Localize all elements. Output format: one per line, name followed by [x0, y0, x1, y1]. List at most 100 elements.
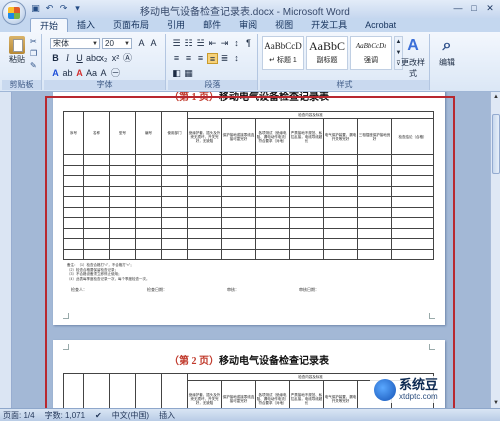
table-cell[interactable] [255, 154, 290, 166]
table-row[interactable] [63, 175, 435, 187]
table-cell[interactable] [221, 196, 256, 208]
table-cell[interactable] [255, 217, 290, 229]
char-shading-icon[interactable]: A [98, 68, 109, 79]
table-row[interactable] [63, 154, 435, 166]
table-cell[interactable] [255, 196, 290, 208]
save-icon[interactable]: ▣ [30, 3, 41, 14]
table-cell[interactable] [187, 248, 222, 260]
copy-icon[interactable]: ❐ [30, 49, 40, 58]
table-cell[interactable] [63, 227, 84, 239]
table-cell[interactable] [255, 227, 290, 239]
table-row[interactable] [63, 196, 435, 208]
undo-icon[interactable]: ↶ [44, 3, 55, 14]
table-cell[interactable] [187, 206, 222, 218]
table-cell[interactable] [221, 206, 256, 218]
align-left-icon[interactable]: ≡ [171, 53, 182, 64]
sort-icon[interactable]: ↕ [231, 38, 242, 49]
strikethrough-icon[interactable]: abc [86, 53, 101, 64]
tab-references[interactable]: 引用 [158, 18, 194, 32]
tab-acrobat[interactable]: Acrobat [356, 18, 405, 32]
editing-button[interactable]: ⌕ 编辑 [432, 35, 462, 68]
increase-indent-icon[interactable]: ⇥ [219, 38, 230, 49]
distributed-icon[interactable]: ≣ [219, 53, 230, 64]
style-emphasis[interactable]: AaBbCcDı 强调 [350, 36, 392, 70]
table-row[interactable] [63, 227, 435, 239]
table-cell[interactable] [289, 175, 324, 187]
highlight-icon[interactable]: ab [62, 68, 73, 79]
table-cell[interactable] [221, 227, 256, 239]
borders-icon[interactable]: ▦ [183, 68, 194, 79]
scroll-down-icon[interactable]: ▼ [491, 398, 500, 408]
redo-icon[interactable]: ↷ [58, 3, 69, 14]
status-language[interactable]: 中文(中国) [112, 410, 149, 421]
tab-page-layout[interactable]: 页面布局 [104, 18, 158, 32]
decrease-indent-icon[interactable]: ⇤ [207, 38, 218, 49]
table-cell[interactable] [83, 217, 110, 229]
table-cell[interactable] [390, 196, 435, 208]
vertical-scrollbar[interactable]: ▲ ▼ [490, 92, 500, 408]
table-cell[interactable] [63, 185, 84, 197]
table-cell[interactable] [323, 238, 358, 250]
table-row[interactable] [63, 238, 435, 250]
shading-icon[interactable]: ◧ [171, 68, 182, 79]
table-cell[interactable] [83, 175, 110, 187]
table-cell[interactable] [63, 175, 84, 187]
table-cell[interactable] [255, 164, 290, 176]
cut-icon[interactable]: ✂ [30, 37, 40, 46]
table-cell[interactable] [390, 185, 435, 197]
table-cell[interactable] [187, 175, 222, 187]
table-cell[interactable] [289, 248, 324, 260]
table-cell[interactable] [83, 196, 110, 208]
format-painter-icon[interactable]: ✎ [30, 61, 40, 70]
table-cell[interactable] [187, 164, 222, 176]
table-cell[interactable] [187, 154, 222, 166]
table-cell[interactable] [323, 185, 358, 197]
table-cell[interactable] [83, 206, 110, 218]
shrink-font-icon[interactable]: A [148, 38, 159, 49]
office-button[interactable] [2, 1, 26, 25]
table-cell[interactable] [221, 238, 256, 250]
font-family-select[interactable]: 宋体 ▼ [50, 38, 100, 49]
table-cell[interactable] [135, 227, 162, 239]
table-cell[interactable] [109, 196, 136, 208]
table-cell[interactable] [289, 196, 324, 208]
justify-icon[interactable]: ≡ [207, 53, 218, 64]
table-cell[interactable] [357, 238, 392, 250]
underline-icon[interactable]: U [74, 53, 85, 64]
table-cell[interactable] [63, 154, 84, 166]
table-cell[interactable] [187, 227, 222, 239]
table-cell[interactable] [323, 248, 358, 260]
superscript-icon[interactable]: x² [110, 53, 121, 64]
document-area[interactable]: （第 1 页）移动电气设备检查记录表 序号 名称 型号 编号 使用部门 检查内容… [0, 92, 490, 408]
tab-home[interactable]: 开始 [30, 18, 69, 32]
change-case-icon[interactable]: Aa [86, 68, 97, 79]
text-effect-icon[interactable]: A [50, 68, 61, 79]
table-cell[interactable] [187, 185, 222, 197]
table-cell[interactable] [221, 248, 256, 260]
qat-customize-icon[interactable]: ▾ [72, 3, 83, 14]
scroll-thumb[interactable] [492, 114, 500, 174]
table-row[interactable] [63, 164, 435, 176]
table-cell[interactable] [109, 164, 136, 176]
table-cell[interactable] [357, 248, 392, 260]
table-cell[interactable] [161, 206, 188, 218]
table-cell[interactable] [357, 227, 392, 239]
table-cell[interactable] [221, 217, 256, 229]
table-cell[interactable] [135, 185, 162, 197]
table-cell[interactable] [323, 227, 358, 239]
table-cell[interactable] [135, 164, 162, 176]
table-row[interactable] [63, 206, 435, 218]
table-cell[interactable] [161, 154, 188, 166]
table-cell[interactable] [135, 175, 162, 187]
table-cell[interactable] [161, 196, 188, 208]
table-cell[interactable] [323, 206, 358, 218]
tab-mailings[interactable]: 邮件 [194, 18, 230, 32]
status-mode[interactable]: 插入 [159, 410, 175, 421]
enclose-char-icon[interactable]: ㊀ [110, 68, 121, 79]
table-cell[interactable] [255, 185, 290, 197]
align-right-icon[interactable]: ≡ [195, 53, 206, 64]
change-styles-button[interactable]: A 更改样式 [398, 35, 428, 79]
table-cell[interactable] [135, 154, 162, 166]
proofing-icon[interactable]: ✔ [95, 411, 102, 420]
table-cell[interactable] [357, 175, 392, 187]
